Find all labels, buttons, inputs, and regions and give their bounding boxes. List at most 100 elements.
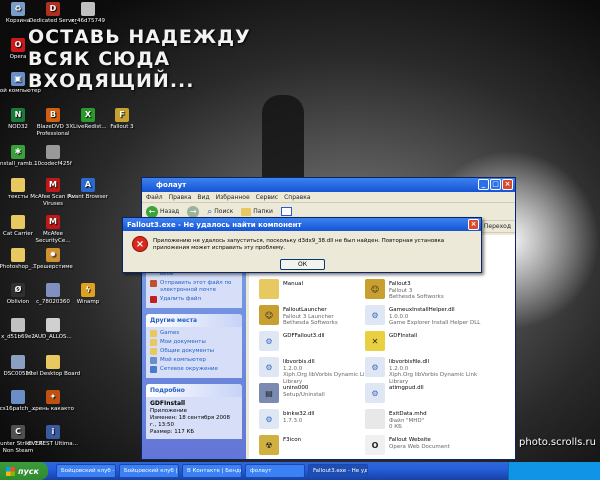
f3-icon: ☢: [259, 435, 279, 455]
menu-view[interactable]: Вид: [197, 194, 209, 201]
file-name: binkw32.dll: [283, 411, 315, 417]
delete-icon: [150, 296, 157, 303]
folder-icon: [11, 178, 25, 192]
file-detail: Opera Web Document: [389, 443, 450, 450]
file-item[interactable]: ExitData.mhd Файл "MHD" 0 КБ: [365, 409, 493, 435]
file-item[interactable]: ⚙ GameuxInstallHelper.dll 1.0.0.0 Game Expl…: [365, 305, 493, 331]
taskbar-button[interactable]: В Контакте | Бенде...: [182, 464, 242, 478]
menu-file[interactable]: Файл: [146, 194, 163, 201]
task-link[interactable]: Мой компьютер: [150, 357, 238, 364]
task-link[interactable]: Общие документы: [150, 348, 238, 355]
maximize-button[interactable]: □: [490, 179, 501, 190]
task-link-label: Games: [160, 330, 180, 336]
task-link[interactable]: Отправить этот файл по электронной почте: [150, 280, 238, 294]
menu-tools[interactable]: Сервис: [256, 194, 278, 201]
views-button[interactable]: [280, 207, 292, 216]
folder-icon: [46, 355, 60, 369]
avant-browser-icon: A: [81, 178, 95, 192]
details-name: GDFInstall: [150, 400, 186, 407]
file-item[interactable]: ⚙ atimgpud.dll: [365, 383, 493, 409]
menu-edit[interactable]: Правка: [169, 194, 192, 201]
details-modified: Изменен: 18 сентября 2008 г., 13:50: [150, 415, 230, 428]
desktop-icon-label: EVEREST Ultima...: [28, 441, 78, 447]
start-button[interactable]: пуск: [0, 462, 48, 480]
shared-documents-icon: [150, 348, 157, 355]
nod32-icon: N: [11, 108, 25, 122]
explorer-titlebar[interactable]: фолаут _ □ ×: [142, 178, 515, 192]
dialog-titlebar[interactable]: Fallout3.exe - Не удалось найти компонен…: [123, 218, 481, 231]
folder-icon: [11, 215, 25, 229]
taskbar-button[interactable]: Бойцовский клуб - М...: [56, 464, 116, 478]
app-icon: ✹: [46, 248, 60, 262]
file-icon: [11, 318, 25, 332]
system-tray: [508, 462, 600, 480]
details-title[interactable]: Подробно: [146, 384, 242, 397]
file-detail: 0 КБ: [389, 424, 402, 430]
details-type: Приложение: [150, 408, 187, 414]
desktop-icon-label: x_46d75749: [71, 18, 105, 24]
file-icon: [81, 2, 95, 16]
search-button[interactable]: ⌕ Поиск: [207, 207, 233, 217]
desktop-icon[interactable]: ✹ Трешерстиме: [25, 248, 81, 271]
menu-help[interactable]: Справка: [284, 194, 310, 201]
desktop-icon[interactable]: A Avant Browser: [60, 178, 116, 201]
desktop-icon[interactable]: i EVEREST Ultima...: [25, 425, 81, 448]
desktop-icon-label: Winamp: [76, 299, 100, 305]
desktop-icon[interactable]: F Fallout 3: [94, 108, 150, 131]
forward-button[interactable]: →: [187, 205, 200, 218]
everest-icon: i: [46, 425, 60, 439]
folders-icon: [241, 207, 252, 216]
taskbar-button[interactable]: Fallout3.exe - Не уд...: [308, 464, 368, 478]
task-link-label: Сетевое окружение: [160, 366, 218, 372]
windows-logo-icon: [6, 466, 15, 476]
file-name: F3icon: [283, 437, 302, 443]
desktop-icon[interactable]: ϟ Winamp: [60, 283, 116, 306]
desktop-icon[interactable]: x_46d75749: [60, 2, 116, 25]
folders-label: Папки: [253, 208, 273, 215]
desktop-icon[interactable]: AUD_ALLOS...: [25, 318, 81, 341]
other-places-title[interactable]: Другие места: [146, 314, 242, 327]
file-item[interactable]: ⚙ libvorbisfile.dll 1.2.0.0 Xiph.Org libVor…: [365, 357, 493, 385]
taskbar-button[interactable]: Бойцовский клуб | ...: [119, 464, 179, 478]
menu-favorites[interactable]: Избранное: [216, 194, 250, 201]
desktop-icon-label: 10codecf425f: [34, 161, 72, 167]
file-item[interactable]: ☺ Fallout3 Fallout 3 Bethesda Softworks: [365, 279, 493, 305]
error-dialog[interactable]: Fallout3.exe - Не удалось найти компонен…: [122, 217, 482, 273]
back-button[interactable]: ← Назад: [146, 205, 179, 218]
task-link[interactable]: Мои документы: [150, 339, 238, 346]
folders-button[interactable]: Папки: [241, 207, 273, 216]
taskbar-button[interactable]: фолаут: [245, 464, 305, 478]
dialog-controls: ×: [468, 219, 479, 230]
desktop-icon[interactable]: Intel Desktop Board: [25, 355, 81, 378]
desktop-icon[interactable]: ✦ хрень какакто: [25, 390, 81, 413]
my-documents-icon: [150, 339, 157, 346]
network-icon: [150, 366, 157, 373]
wallpaper-line: ОСТАВЬ НАДЕЖДУ: [28, 26, 251, 48]
file-name: Manual: [283, 281, 303, 287]
window-controls: _ □ ×: [478, 179, 513, 190]
file-detail: Setup/Uninstall: [283, 391, 325, 398]
task-link[interactable]: Games: [150, 330, 238, 337]
desktop-icon-label: Трешерстиме: [33, 264, 73, 270]
other-places-panel: Другие места Games Мои документы Общие док…: [146, 314, 242, 378]
minimize-button[interactable]: _: [478, 179, 489, 190]
desktop-icon[interactable]: M McAfee SecurityCe...: [25, 215, 81, 244]
ok-button[interactable]: ОК: [280, 259, 325, 270]
close-button[interactable]: ×: [502, 179, 513, 190]
desktop-icon-label: хрень какакто: [32, 406, 74, 412]
desktop-icon[interactable]: 10codecf425f: [25, 145, 81, 168]
desktop-icon[interactable]: O Opera: [0, 38, 46, 61]
file-item[interactable]: ✕ GDFInstall: [365, 331, 493, 357]
winamp-icon: ϟ: [81, 283, 95, 297]
file-item[interactable]: O Fallout Website Opera Web Document: [365, 435, 493, 461]
mcafee-icon: M: [46, 215, 60, 229]
desktop-icon[interactable]: ▣ Мой компьютер: [0, 72, 46, 95]
desktop-icon-label: Intel Desktop Board: [25, 371, 81, 377]
task-link[interactable]: Удалить файл: [150, 296, 238, 303]
file-icon: [46, 283, 60, 297]
dialog-close-button[interactable]: ×: [468, 219, 479, 230]
go-label: Переход: [483, 223, 511, 230]
task-link[interactable]: Сетевое окружение: [150, 366, 238, 373]
install-icon: ✱: [11, 145, 25, 159]
xlive-icon: X: [81, 108, 95, 122]
